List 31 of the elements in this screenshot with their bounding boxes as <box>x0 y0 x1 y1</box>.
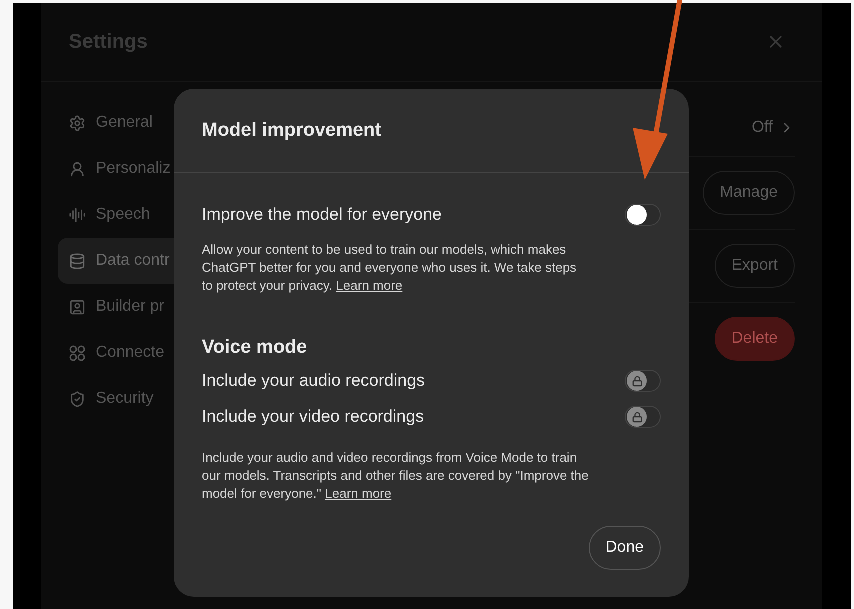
action-button[interactable]: Manage <box>703 171 795 215</box>
circles-grid-icon <box>69 344 86 362</box>
sidebar-label: Data contr <box>96 252 170 270</box>
toggle-switch[interactable] <box>625 204 661 226</box>
waveform-icon <box>69 206 86 224</box>
shield-icon <box>69 390 86 408</box>
sidebar-label: Builder pr <box>96 298 164 316</box>
dialog-title: Model improvement <box>202 120 382 142</box>
sidebar-label: Security <box>96 390 154 408</box>
toggle-switch[interactable] <box>625 406 661 428</box>
gear-icon <box>69 114 86 132</box>
sidebar-label: Personaliz <box>96 160 171 178</box>
learn-more-link[interactable]: Learn more <box>325 486 392 501</box>
sidebar-label: Connecte <box>96 344 164 362</box>
sidebar-label: Speech <box>96 206 150 224</box>
done-button[interactable]: Done <box>588 526 661 570</box>
setting-label: Include your audio recordings <box>202 371 426 391</box>
setting-value[interactable]: Off <box>752 119 795 137</box>
action-button[interactable]: Export <box>714 244 795 288</box>
person-icon <box>69 160 86 178</box>
sidebar-item[interactable]: Personaliz <box>58 146 278 192</box>
section-title: Voice mode <box>202 337 308 359</box>
delete-button[interactable]: Delete <box>714 317 795 361</box>
sidebar-label: General <box>96 114 153 132</box>
id-badge-icon <box>69 298 86 316</box>
setting-label: Include your video recordings <box>202 407 424 427</box>
toggle-switch[interactable] <box>625 370 661 392</box>
setting-label: Improve the model for everyone <box>202 205 442 225</box>
learn-more-link[interactable]: Learn more <box>336 278 403 293</box>
voice-description: Include your audio and video recordings from Voice Mode to train our models. Transcripts and other files are covered by "Improve the model for everyone." Learn more <box>202 449 590 503</box>
database-icon <box>69 252 86 270</box>
